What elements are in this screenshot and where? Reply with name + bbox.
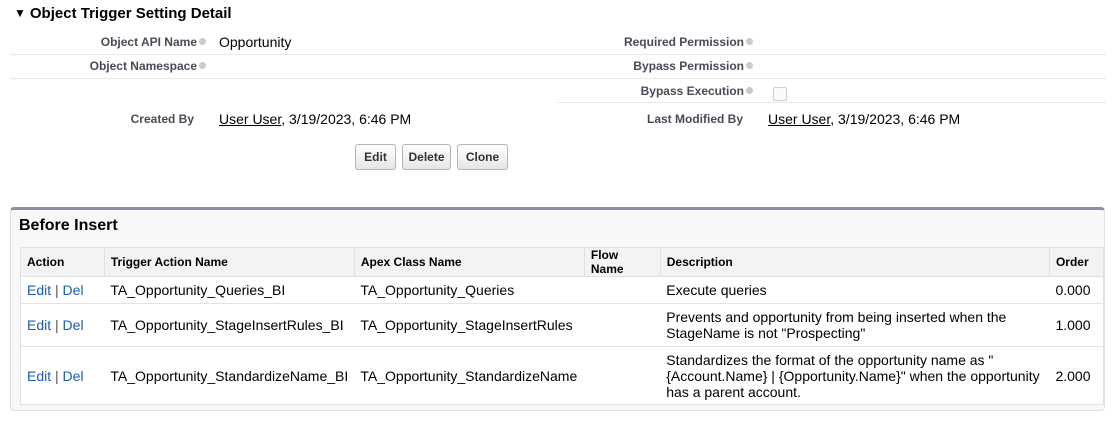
apex-class-name-cell: TA_Opportunity_StageInsertRules: [354, 303, 585, 347]
trigger-action-name-cell: TA_Opportunity_StageInsertRules_BI: [104, 303, 355, 347]
bypass-execution-label: Bypass Execution: [641, 84, 753, 98]
before-insert-panel: Before Insert Action Trigger Action Name…: [10, 207, 1105, 411]
order-cell: 0.000: [1049, 276, 1104, 304]
bypass-execution-checkbox[interactable]: [773, 87, 787, 101]
apex-class-name-cell: TA_Opportunity_StandardizeName: [354, 346, 585, 405]
table-row: Edit | Del TA_Opportunity_StandardizeNam…: [20, 346, 1104, 405]
flow-name-cell: [584, 303, 661, 347]
description-cell: Standardizes the format of the opportuni…: [660, 346, 1050, 405]
section-header[interactable]: ▼ Object Trigger Setting Detail: [14, 5, 232, 22]
help-icon[interactable]: [199, 62, 206, 70]
col-header-order: Order: [1048, 247, 1105, 277]
order-cell: 1.000: [1049, 303, 1104, 347]
last-modified-by-label: Last Modified By: [646, 112, 743, 126]
created-by-user-link[interactable]: User User: [219, 111, 281, 127]
col-header-apex-class-name: Apex Class Name: [353, 247, 585, 277]
help-icon[interactable]: [746, 38, 753, 46]
created-by-value: User User, 3/19/2023, 6:46 PM: [219, 111, 411, 127]
trigger-actions-table: Action Trigger Action Name Apex Class Na…: [20, 247, 1105, 405]
description-cell: Execute queries: [660, 276, 1050, 304]
row-del-link[interactable]: Del: [63, 368, 84, 384]
bypass-permission-label: Bypass Permission: [633, 59, 753, 73]
row-actions: Edit | Del: [20, 303, 105, 347]
trigger-action-name-cell: TA_Opportunity_StandardizeName_BI: [104, 346, 355, 405]
order-cell: 2.000: [1049, 346, 1104, 405]
object-api-name-label: Object API Name: [101, 35, 206, 49]
created-by-label: Created By: [130, 112, 194, 126]
action-separator: |: [55, 317, 59, 333]
action-separator: |: [55, 282, 59, 298]
detail-row-3: [557, 78, 1106, 103]
row-del-link[interactable]: Del: [63, 282, 84, 298]
section-title: Object Trigger Setting Detail: [29, 5, 232, 22]
action-separator: |: [55, 367, 59, 384]
last-modified-by-user-link[interactable]: User User: [768, 111, 830, 127]
row-edit-link[interactable]: Edit: [27, 368, 51, 384]
help-icon[interactable]: [746, 87, 753, 95]
col-header-flow-name: Flow Name: [583, 247, 661, 277]
object-namespace-label: Object Namespace: [90, 59, 206, 73]
delete-button[interactable]: Delete: [402, 144, 451, 170]
created-by-date: , 3/19/2023, 6:46 PM: [281, 111, 412, 127]
col-header-description: Description: [659, 247, 1050, 277]
apex-class-name-cell: TA_Opportunity_Queries: [354, 276, 585, 304]
flow-name-cell: [584, 346, 661, 405]
help-icon[interactable]: [746, 62, 753, 70]
description-cell: Prevents and opportunity from being inse…: [660, 303, 1050, 347]
table-header-row: Action Trigger Action Name Apex Class Na…: [20, 247, 1105, 277]
before-insert-title: Before Insert: [19, 217, 118, 234]
help-icon[interactable]: [199, 38, 206, 46]
row-actions: Edit | Del: [20, 346, 105, 405]
col-header-trigger-action-name: Trigger Action Name: [103, 247, 355, 277]
last-modified-by-value: User User, 3/19/2023, 6:46 PM: [768, 111, 960, 127]
edit-button[interactable]: Edit: [355, 144, 396, 170]
required-permission-label: Required Permission: [624, 35, 753, 49]
flow-name-cell: [584, 276, 661, 304]
collapse-triangle-icon[interactable]: ▼: [14, 6, 26, 20]
table-row: Edit | Del TA_Opportunity_StageInsertRul…: [20, 303, 1104, 347]
clone-button[interactable]: Clone: [457, 144, 508, 170]
trigger-action-name-cell: TA_Opportunity_Queries_BI: [104, 276, 355, 304]
row-del-link[interactable]: Del: [63, 317, 84, 333]
last-modified-by-date: , 3/19/2023, 6:46 PM: [830, 111, 961, 127]
col-header-action: Action: [20, 247, 105, 277]
row-edit-link[interactable]: Edit: [27, 317, 51, 333]
object-api-name-value: Opportunity: [219, 34, 292, 50]
row-edit-link[interactable]: Edit: [27, 282, 51, 298]
row-actions: Edit | Del: [20, 276, 105, 304]
table-row: Edit | Del TA_Opportunity_Queries_BI TA_…: [20, 276, 1104, 304]
